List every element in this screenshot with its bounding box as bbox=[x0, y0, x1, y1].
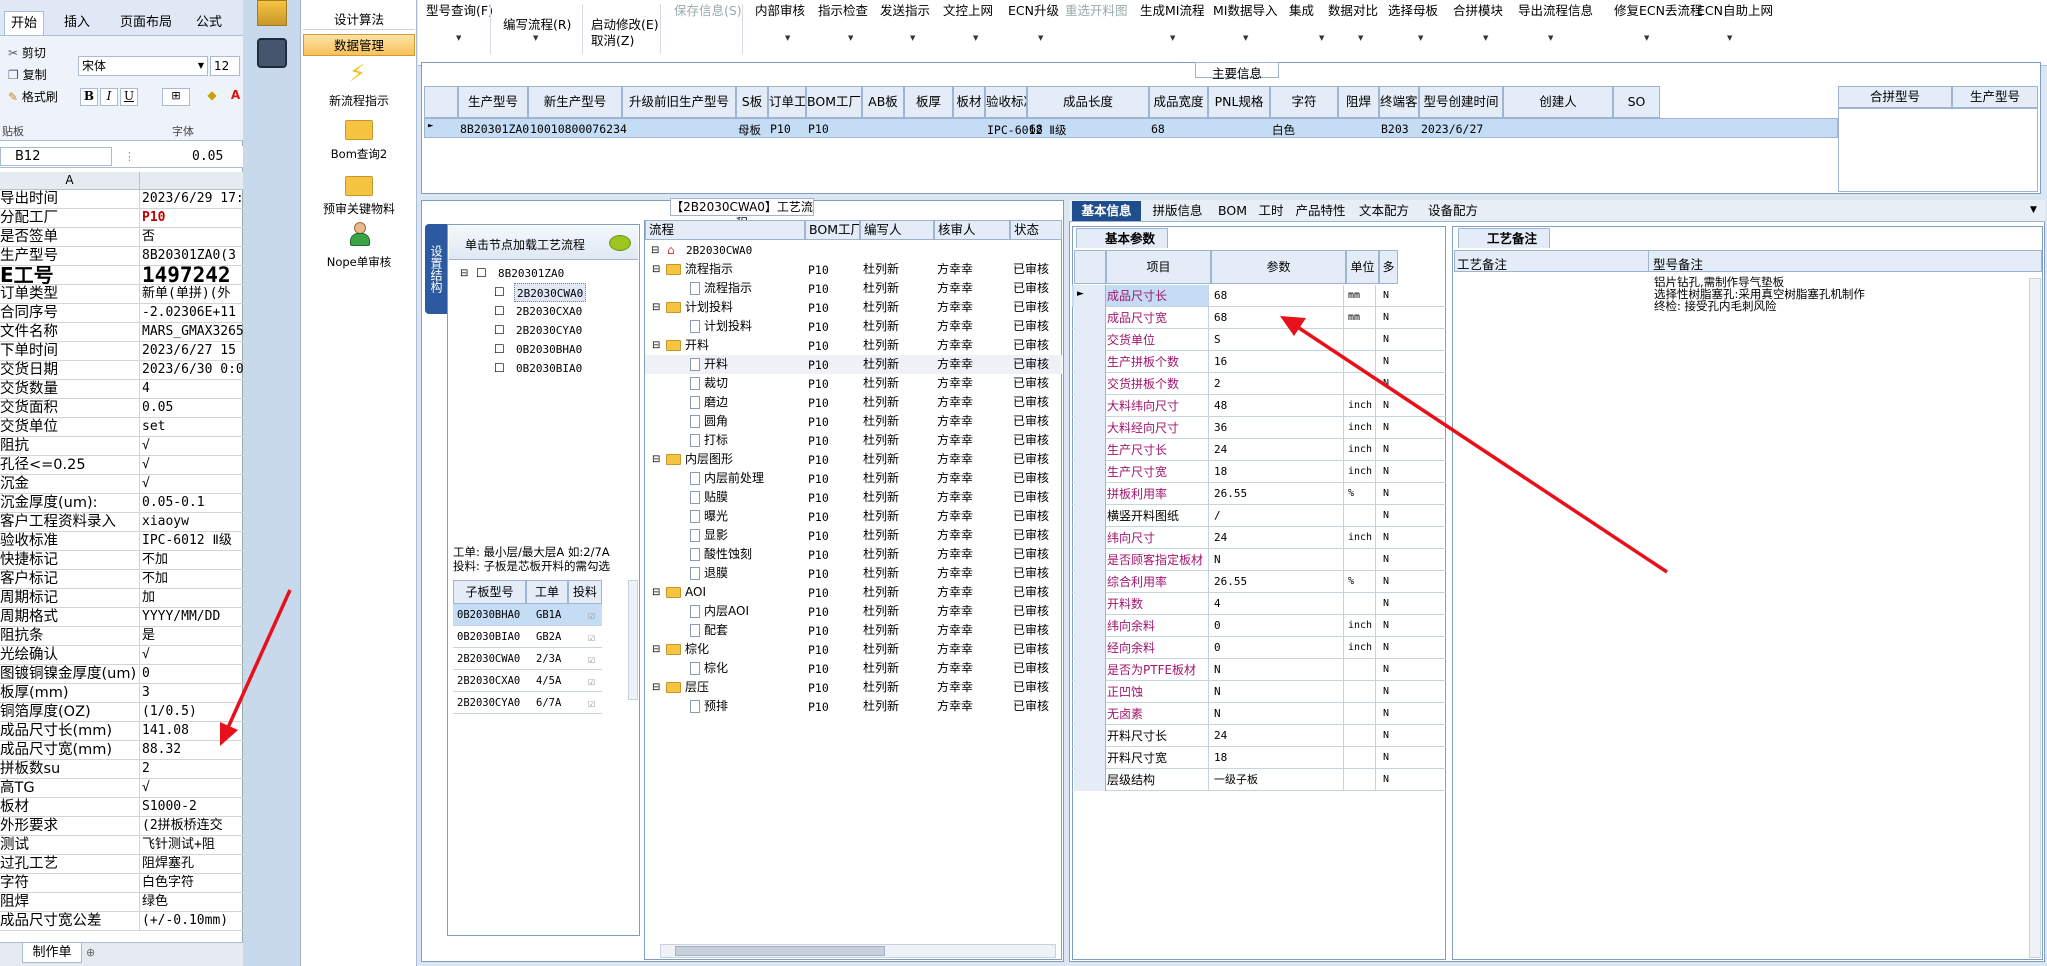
red-arrow-left bbox=[220, 589, 292, 746]
red-arrow-right bbox=[1280, 316, 1668, 574]
annotation-layer bbox=[220, 316, 1668, 746]
